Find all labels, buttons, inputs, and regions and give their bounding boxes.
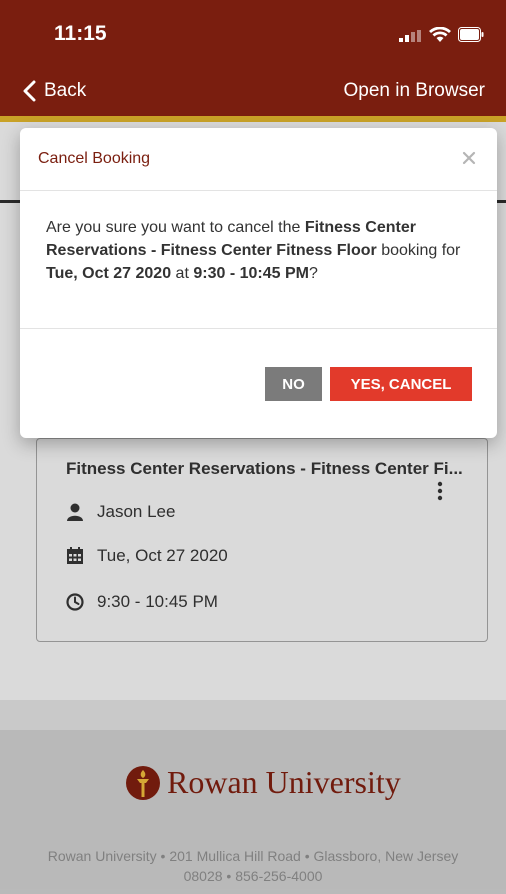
message-text: booking for (376, 242, 461, 259)
chevron-left-icon (23, 80, 36, 102)
open-in-browser-button[interactable]: Open in Browser (343, 80, 485, 102)
back-button[interactable]: Back (22, 78, 86, 104)
dialog-footer-divider (20, 328, 497, 329)
status-time: 11:15 (54, 22, 107, 45)
no-button[interactable]: NO (265, 367, 322, 401)
dialog-header-divider (20, 190, 497, 191)
battery-icon (458, 27, 484, 42)
close-icon[interactable] (462, 151, 476, 165)
message-text: ? (308, 265, 318, 282)
message-time: 9:30 - 10:45 PM (193, 265, 309, 282)
yes-cancel-button[interactable]: YES, CANCEL (330, 367, 472, 401)
wifi-icon (429, 27, 451, 42)
dialog-title: Cancel Booking (38, 150, 151, 167)
dialog-message: Are you sure you want to cancel the Fitn… (46, 216, 476, 285)
signal-icon (399, 30, 421, 42)
back-label: Back (44, 80, 87, 101)
message-date: Tue, Oct 27 2020 (46, 265, 172, 282)
message-text: at (171, 265, 194, 282)
message-text: Are you sure you want to cancel the (46, 219, 305, 236)
